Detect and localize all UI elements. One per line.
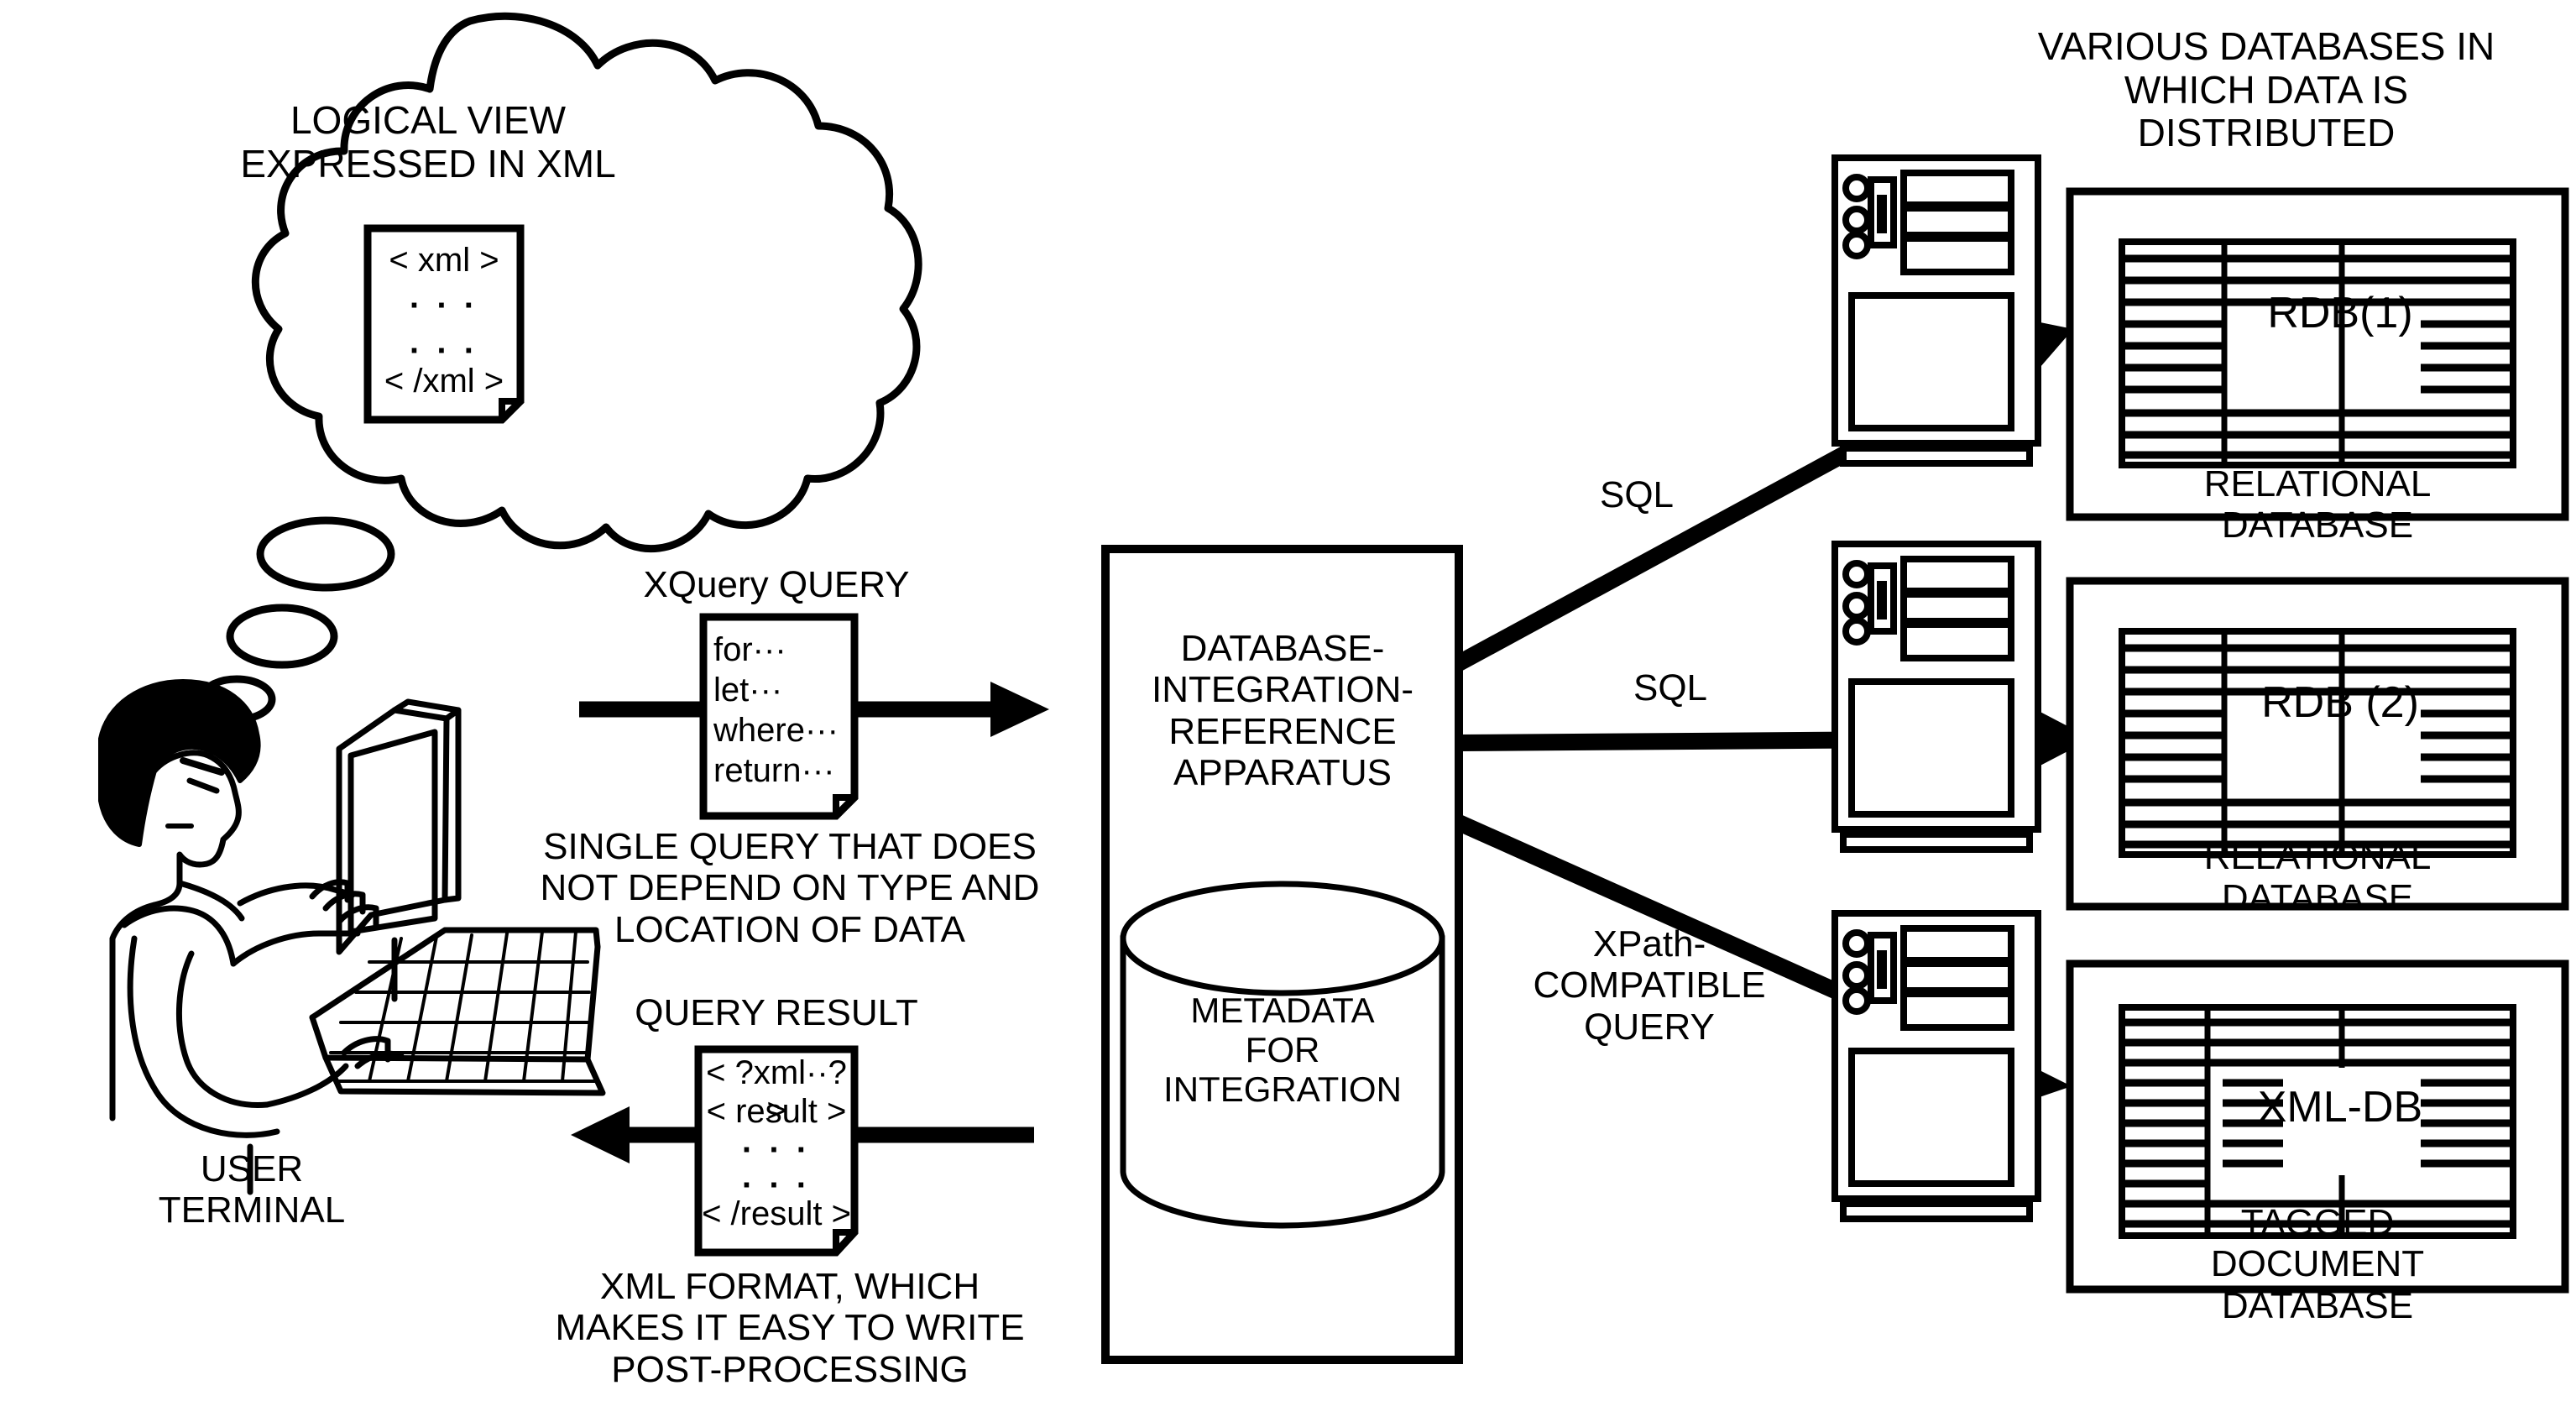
- protocol-label-xmldb: XPath- COMPATIBLE QUERY: [1533, 923, 1766, 1048]
- logical-view-label: LOGICAL VIEW EXPRESSED IN XML: [240, 98, 616, 186]
- patent-figure-canvas: LOGICAL VIEW EXPRESSED IN XML < xml > · …: [0, 0, 2576, 1422]
- db-screen-label-xmldb: XML-DB: [2257, 1083, 2423, 1132]
- xml-doc-line-1: < xml >: [389, 242, 499, 279]
- xquery-line-3: where···: [713, 712, 839, 749]
- db-screen-label-rdb1: RDB(1): [2267, 289, 2413, 337]
- db-screen-label-rdb2: RDB (2): [2261, 678, 2419, 727]
- db-caption-rdb2: RELATIONAL DATABASE: [2203, 836, 2432, 919]
- metadata-store-label: METADATA FOR INTEGRATION: [1163, 991, 1402, 1110]
- xquery-line-4: return···: [713, 752, 835, 789]
- db-caption-xmldb: TAGGED DOCUMENT DATABASE: [2210, 1202, 2425, 1326]
- thought-bubble-tail: [197, 516, 395, 724]
- protocol-label-rdb2: SQL: [1633, 667, 1708, 708]
- result-line-5: < /result >: [702, 1195, 851, 1232]
- databases-heading: VARIOUS DATABASES IN WHICH DATA IS DISTR…: [2037, 24, 2495, 155]
- server-tower-icon-1: [1831, 154, 2041, 467]
- xml-doc-line-2: · · ·: [409, 287, 479, 324]
- xquery-caption: SINGLE QUERY THAT DOES NOT DEPEND ON TYP…: [540, 826, 1040, 950]
- user-terminal-caption: USER TERMINAL: [158, 1148, 346, 1231]
- protocol-label-rdb1: SQL: [1599, 474, 1675, 515]
- xquery-title: XQuery QUERY: [643, 564, 910, 605]
- db-caption-rdb1: RELATIONAL DATABASE: [2203, 463, 2432, 546]
- xml-doc-line-4: < /xml >: [384, 363, 504, 400]
- xquery-line-2: let···: [713, 672, 783, 708]
- query-result-title: QUERY RESULT: [635, 992, 918, 1033]
- apparatus-title: DATABASE- INTEGRATION- REFERENCE APPARAT…: [1151, 628, 1414, 793]
- xquery-line-1: for···: [713, 631, 786, 668]
- query-result-caption: XML FORMAT, WHICH MAKES IT EASY TO WRITE…: [555, 1266, 1025, 1390]
- server-tower-icon-3: [1831, 910, 2041, 1222]
- server-tower-icon-2: [1831, 541, 2041, 853]
- thought-cloud-shape: [251, 12, 922, 553]
- result-line-2: < result >: [706, 1093, 847, 1130]
- result-line-3: · · ·: [741, 1132, 812, 1168]
